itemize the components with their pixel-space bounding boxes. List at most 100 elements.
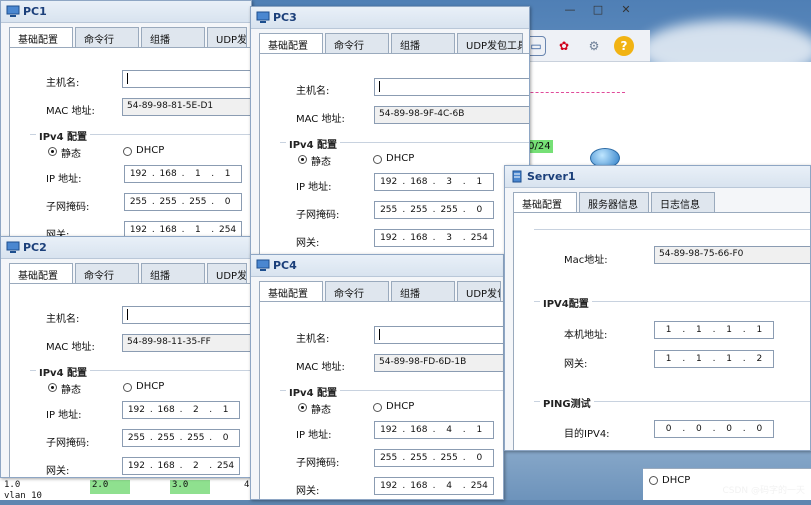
tab-basic-config[interactable]: 基础配置: [513, 192, 577, 212]
maximize-button[interactable]: □: [584, 0, 612, 18]
hostname-label: 主机名:: [46, 78, 80, 89]
ping-group: PING测试: [534, 395, 810, 410]
tab-udp[interactable]: UDP发包: [457, 281, 501, 301]
gateway-input[interactable]: 192. 168. 4. 254: [374, 477, 494, 495]
hostname-input[interactable]: [122, 70, 251, 88]
ipv4-group: IPv4 配置: [30, 364, 251, 379]
gear-icon[interactable]: ⚙: [584, 36, 604, 56]
gateway-input[interactable]: 1.1.1.2: [654, 350, 774, 368]
tab-command-line[interactable]: 命令行: [75, 263, 139, 283]
mask-label: 子网掩码:: [46, 438, 90, 449]
mac-label: MAC 地址:: [46, 342, 95, 353]
window-titlebar[interactable]: PC2: [1, 237, 251, 259]
dhcp-radio[interactable]: [123, 383, 132, 392]
tab-content: 主机名: MAC 地址: 54-89-98-11-35-FF IPv4 配置 静…: [9, 283, 251, 477]
gateway-input[interactable]: 192. 168. 3. 254: [374, 229, 494, 247]
dest-ipv4-input[interactable]: 0.0.0.0: [654, 420, 774, 438]
tab-command-line[interactable]: 命令行: [75, 27, 139, 47]
window-title: PC3: [273, 11, 297, 24]
gateway-label: 网关:: [296, 238, 320, 249]
pc-icon: [256, 11, 270, 23]
group-label: IPv4 配置: [36, 128, 91, 143]
dhcp-label: DHCP: [386, 153, 415, 164]
window-titlebar[interactable]: PC1: [1, 1, 251, 23]
ipv4-group: IPv4 配置: [280, 384, 503, 399]
pc1-window: PC1 基础配置 命令行 组播 UDP发包 主机名: MAC 地址: 54-89…: [0, 0, 252, 245]
tab-multicast[interactable]: 组播: [141, 27, 205, 47]
mac-label: MAC 地址:: [296, 362, 345, 373]
tab-server-info[interactable]: 服务器信息: [579, 192, 649, 212]
hostname-input[interactable]: [122, 306, 251, 324]
tab-multicast[interactable]: 组播: [391, 281, 455, 301]
hostname-label: 主机名:: [46, 314, 80, 325]
static-label: 静态: [311, 405, 331, 416]
ip-input[interactable]: 192. 168. 1. 1: [124, 165, 242, 183]
help-icon[interactable]: ?: [614, 36, 634, 56]
mask-input[interactable]: 255. 255. 255. 0: [122, 429, 240, 447]
ip-input[interactable]: 192. 168. 2. 1: [122, 401, 240, 419]
tab-command-line[interactable]: 命令行: [325, 33, 389, 53]
tab-udp-tool[interactable]: UDP发包工具: [457, 33, 523, 53]
dhcp-radio[interactable]: [373, 403, 382, 412]
ip-input[interactable]: 192. 168. 4. 1: [374, 421, 494, 439]
table-cell: vlan 10: [4, 491, 42, 501]
window-title: PC2: [23, 241, 47, 254]
huawei-logo-icon[interactable]: ✿: [554, 36, 574, 56]
pc-icon: [256, 259, 270, 271]
dhcp-radio[interactable]: [373, 155, 382, 164]
window-title: PC1: [23, 5, 47, 18]
tab-multicast[interactable]: 组播: [141, 263, 205, 283]
mask-input[interactable]: 255. 255. 255. 0: [124, 193, 242, 211]
pc-icon: [6, 5, 20, 17]
ipv4-group: IPv4 配置: [30, 128, 251, 143]
server-icon: [512, 170, 522, 183]
tab-multicast[interactable]: 组播: [391, 33, 455, 53]
gateway-input[interactable]: 192. 168. 2. 254: [122, 457, 240, 475]
mac-label: MAC 地址:: [46, 106, 95, 117]
tab-basic-config[interactable]: 基础配置: [9, 27, 73, 47]
dhcp-radio[interactable]: [649, 476, 658, 485]
pc-icon: [6, 241, 20, 253]
group-label: IPv4 配置: [36, 364, 91, 379]
static-radio[interactable]: [48, 147, 57, 156]
tab-basic-config[interactable]: 基础配置: [259, 281, 323, 301]
mask-label: 子网掩码:: [46, 202, 90, 213]
mac-label: Mac地址:: [564, 255, 608, 266]
mask-input[interactable]: 255. 255. 255. 0: [374, 201, 494, 219]
window-titlebar[interactable]: PC3: [251, 7, 529, 29]
local-address-label: 本机地址:: [564, 330, 608, 341]
close-button[interactable]: ✕: [612, 0, 640, 18]
hostname-input[interactable]: [374, 78, 529, 96]
window-titlebar[interactable]: PC4: [251, 255, 503, 277]
ipv4-group: IPV4配置: [534, 295, 810, 310]
tab-udp[interactable]: UDP发: [207, 263, 247, 283]
static-radio[interactable]: [48, 383, 57, 392]
static-label: 静态: [61, 149, 81, 160]
ip-label: IP 地址:: [46, 410, 82, 421]
gateway-label: 网关:: [564, 359, 588, 370]
static-radio[interactable]: [298, 403, 307, 412]
tab-content: 主机名: MAC 地址: 54-89-98-9F-4C-6B IPv4 配置 静…: [259, 53, 529, 255]
window-titlebar[interactable]: Server1: [505, 166, 810, 188]
server1-window: Server1 基础配置 服务器信息 日志信息 Mac地址: 54-89-98-…: [504, 165, 811, 451]
tab-basic-config[interactable]: 基础配置: [9, 263, 73, 283]
mask-input[interactable]: 255. 255. 255. 0: [374, 449, 494, 467]
local-address-input[interactable]: 1.1.1.1: [654, 321, 774, 339]
watermark: CSDN @码字的一天: [722, 486, 805, 496]
group-label: IPv4 配置: [286, 384, 341, 399]
static-radio[interactable]: [298, 155, 307, 164]
tab-command-line[interactable]: 命令行: [325, 281, 389, 301]
tab-content: 主机名: MAC 地址: 54-89-98-FD-6D-1B IPv4 配置 静…: [259, 301, 503, 499]
dhcp-label: DHCP: [136, 381, 165, 392]
gateway-label: 网关:: [296, 486, 320, 497]
tab-log-info[interactable]: 日志信息: [651, 192, 715, 212]
static-label: 静态: [311, 157, 331, 168]
hostname-input[interactable]: [374, 326, 503, 344]
ip-label: IP 地址:: [296, 430, 332, 441]
tab-udp[interactable]: UDP发包: [207, 27, 247, 47]
tab-basic-config[interactable]: 基础配置: [259, 33, 323, 53]
ip-input[interactable]: 192. 168. 3. 1: [374, 173, 494, 191]
dhcp-radio[interactable]: [123, 147, 132, 156]
minimize-button[interactable]: —: [556, 0, 584, 18]
table-cell: 2.0: [90, 480, 130, 494]
